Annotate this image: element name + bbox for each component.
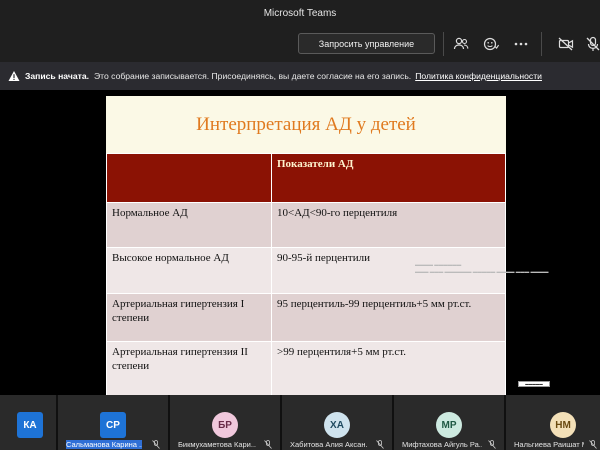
table-cell: 10<АД<90-го перцентиля bbox=[271, 202, 506, 248]
participant-name: Бикмухаметова Кари... bbox=[178, 440, 256, 449]
table-row: Артериальная гипертензия II степени >99 … bbox=[106, 341, 506, 396]
avatar-initials: КА bbox=[23, 419, 37, 431]
mic-off-icon bbox=[152, 440, 160, 449]
table-row: Нормальное АД 10<АД<90-го перцентиля bbox=[106, 202, 506, 248]
participant-name: Мифтахова Айгуль Ра... bbox=[402, 440, 482, 449]
mic-off-icon bbox=[376, 440, 384, 449]
participant-name: Сальманова Карина ... bbox=[66, 440, 142, 449]
avatar-initials: БР bbox=[218, 419, 232, 431]
avatar-initials: НМ bbox=[555, 419, 571, 431]
table-header-row: Показатели АД bbox=[106, 153, 506, 203]
app-title: Microsoft Teams bbox=[263, 7, 337, 19]
table-cell: Артериальная гипертензия I степени bbox=[106, 293, 272, 342]
privacy-policy-link[interactable]: Политика конфиденциальности bbox=[415, 71, 542, 81]
windows-activation-watermark: ▬▬▬▬ ▬▬▬▬▬▬ ▬▬▬ ▬▬▬ ▬▬▬▬▬▬ ▬▬▬▬▬ ▬▬▬▬ ▬▬▬… bbox=[415, 262, 549, 274]
avatar: ХА bbox=[324, 412, 350, 438]
table-cell: Высокое нормальное АД bbox=[106, 247, 272, 294]
camera-off-icon[interactable] bbox=[555, 34, 577, 54]
shared-slide: Интерпретация АД у детей Показатели АД Н… bbox=[106, 96, 506, 396]
avatar-initials: СР bbox=[106, 419, 120, 431]
table-cell: >99 перцентиля+5 мм рт.ст. bbox=[271, 341, 506, 396]
avatar: СР bbox=[100, 412, 126, 438]
recording-notice: Это собрание записывается. Присоединяясь… bbox=[94, 71, 412, 81]
toolbar-divider bbox=[541, 32, 542, 56]
mic-off-icon bbox=[488, 440, 496, 449]
table-cell: 95 перцентиль-99 перцентиль+5 мм рт.ст. bbox=[271, 293, 506, 342]
warning-icon bbox=[8, 71, 20, 81]
avatar: КА bbox=[17, 412, 43, 438]
table-header-cell: Показатели АД bbox=[271, 153, 506, 203]
recording-status: Запись начата. bbox=[25, 71, 89, 81]
mic-off-icon bbox=[589, 440, 597, 449]
avatar-initials: МР bbox=[441, 419, 457, 431]
mic-off-icon[interactable] bbox=[582, 34, 600, 54]
participant-tile[interactable]: КА bbox=[0, 395, 56, 450]
avatar-initials: ХА bbox=[330, 419, 344, 431]
slide-title: Интерпретация АД у детей bbox=[196, 113, 416, 135]
table-header-cell bbox=[106, 153, 272, 203]
request-control-button[interactable]: Запросить управление bbox=[298, 33, 435, 54]
toolbar-divider bbox=[443, 32, 444, 56]
more-icon[interactable] bbox=[510, 34, 532, 54]
table-cell: Нормальное АД bbox=[106, 202, 272, 248]
avatar: МР bbox=[436, 412, 462, 438]
title-bar: Microsoft Teams bbox=[0, 0, 600, 26]
slide-control-button[interactable]: ▬▬▬▬▬ bbox=[518, 381, 550, 387]
table-row: Артериальная гипертензия I степени 95 пе… bbox=[106, 293, 506, 342]
avatar: БР bbox=[212, 412, 238, 438]
mic-off-icon bbox=[264, 440, 272, 449]
recording-banner: Запись начата. Это собрание записывается… bbox=[0, 62, 600, 90]
reactions-icon[interactable] bbox=[480, 34, 502, 54]
avatar: НМ bbox=[550, 412, 576, 438]
participant-name: Хабитова Алия Аксан... bbox=[290, 440, 368, 449]
people-icon[interactable] bbox=[450, 34, 472, 54]
participant-name: Нальгиева Раишат М... bbox=[514, 440, 584, 449]
table-cell: Артериальная гипертензия II степени bbox=[106, 341, 272, 396]
